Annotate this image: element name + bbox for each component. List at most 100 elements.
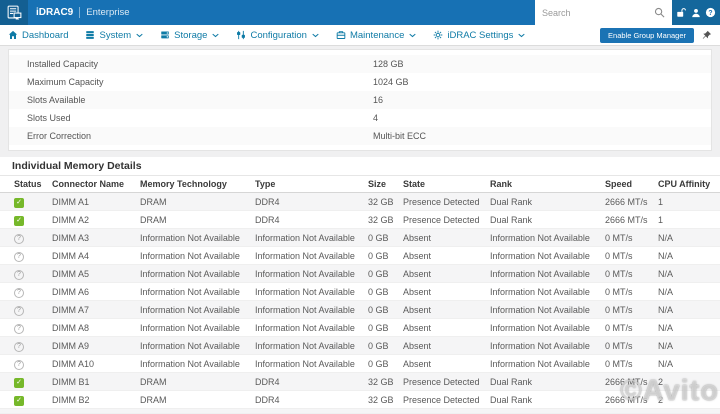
state-cell: Absent	[403, 358, 432, 369]
status-unknown-icon: ?	[14, 323, 24, 334]
technology-cell: Information Not Available	[140, 358, 240, 369]
speed-cell: 0 MT/s	[605, 268, 633, 279]
top-bar: iDRAC9 Enterprise ?	[0, 0, 720, 25]
status-unknown-icon: ?	[14, 233, 24, 244]
status-ok-icon: ✓	[14, 395, 24, 406]
rank-cell: Information Not Available	[490, 268, 590, 279]
table-row: ✓ DIMM A1 DRAM DDR4 32 GB Presence Detec…	[0, 193, 720, 211]
connector-cell: DIMM A4	[52, 250, 90, 261]
status-cell: ✓	[14, 394, 52, 406]
rank-cell: Information Not Available	[490, 340, 590, 351]
summary-row: Installed Capacity 128 GB	[9, 55, 711, 73]
brand-name: iDRAC9	[36, 7, 74, 18]
system-icon	[85, 30, 95, 40]
table-row: ✓ DIMM B2 DRAM DDR4 32 GB Presence Detec…	[0, 391, 720, 409]
technology-cell: Information Not Available	[140, 268, 240, 279]
affinity-cell: 1	[658, 214, 664, 225]
size-cell: 32 GB	[368, 214, 394, 225]
speed-cell: 2666 MT/s	[605, 214, 648, 225]
rank-cell: Dual Rank	[490, 376, 533, 387]
affinity-cell: 2	[658, 394, 664, 405]
summary-row: Error Correction Multi-bit ECC	[9, 127, 711, 145]
nav-item-maintenance[interactable]: Maintenance	[336, 30, 416, 41]
technology-cell: Information Not Available	[140, 304, 240, 315]
status-unknown-icon: ?	[14, 341, 24, 352]
affinity-cell: N/A	[658, 340, 674, 351]
table-row: ✓ DIMM B1 DRAM DDR4 32 GB Presence Detec…	[0, 373, 720, 391]
size-cell: 0 GB	[368, 286, 389, 297]
speed-cell: 2666 MT/s	[605, 196, 648, 207]
summary-value: 128 GB	[373, 59, 404, 69]
state-cell: Presence Detected	[403, 376, 480, 387]
type-cell: Information Not Available	[255, 232, 355, 243]
table-row: ? DIMM A6 Information Not Available Info…	[0, 283, 720, 301]
status-unknown-icon: ?	[14, 269, 24, 280]
connector-cell: DIMM A6	[52, 286, 90, 297]
table-row: ? DIMM A10 Information Not Available Inf…	[0, 355, 720, 373]
state-cell: Absent	[403, 322, 432, 333]
state-cell: Absent	[403, 250, 432, 261]
topbar-icon-group: ?	[672, 0, 720, 25]
user-icon[interactable]	[691, 8, 701, 18]
rank-cell: Information Not Available	[490, 286, 590, 297]
storage-icon	[160, 30, 170, 40]
state-cell: Presence Detected	[403, 214, 480, 225]
state-cell: Presence Detected	[403, 394, 480, 405]
status-cell: ✓	[14, 214, 52, 226]
type-cell: Information Not Available	[255, 286, 355, 297]
chevron-down-icon	[136, 33, 143, 38]
unlock-icon[interactable]	[676, 7, 687, 18]
summary-row: Maximum Capacity 1024 GB	[9, 73, 711, 91]
chevron-down-icon	[212, 33, 220, 38]
help-icon[interactable]: ?	[705, 7, 716, 18]
summary-label: Slots Used	[27, 113, 71, 123]
technology-cell: Information Not Available	[140, 232, 240, 243]
affinity-cell: N/A	[658, 250, 674, 261]
column-header: Status	[14, 179, 42, 189]
enable-group-manager-button[interactable]: Enable Group Manager	[600, 27, 694, 43]
status-ok-icon: ✓	[14, 377, 24, 388]
table-row: ? DIMM A5 Information Not Available Info…	[0, 265, 720, 283]
connector-cell: DIMM A1	[52, 196, 90, 207]
nav-item-dashboard[interactable]: Dashboard	[8, 30, 68, 41]
nav-item-label: Maintenance	[349, 29, 405, 41]
nav-item-label: System	[99, 29, 132, 41]
speed-cell: 0 MT/s	[605, 340, 633, 351]
type-cell: Information Not Available	[255, 340, 355, 351]
status-cell: ?	[14, 268, 52, 280]
size-cell: 0 GB	[368, 232, 389, 243]
state-cell: Absent	[403, 268, 432, 279]
search-icon[interactable]	[654, 7, 665, 18]
column-header: Rank	[490, 179, 513, 189]
nav-item-storage[interactable]: Storage	[160, 30, 220, 41]
nav-item-idrac-settings[interactable]: iDRAC Settings	[433, 30, 525, 41]
connector-cell: DIMM B1	[52, 376, 90, 387]
affinity-cell: N/A	[658, 232, 674, 243]
table-row: ? DIMM A3 Information Not Available Info…	[0, 229, 720, 247]
maintenance-icon	[336, 30, 346, 40]
technology-cell: Information Not Available	[140, 340, 240, 351]
status-ok-icon: ✓	[14, 197, 24, 208]
table-header-row: Status Connector Name Memory Technology Typ…	[0, 175, 720, 193]
rank-cell: Information Not Available	[490, 250, 590, 261]
nav-item-label: Dashboard	[22, 29, 69, 41]
column-header: CPU Affinity	[658, 179, 711, 189]
status-unknown-icon: ?	[14, 251, 24, 262]
idrac-logo[interactable]	[0, 0, 28, 25]
search-box[interactable]	[535, 0, 672, 25]
status-cell: ✓	[14, 376, 52, 388]
nav-item-configuration[interactable]: Configuration	[236, 30, 319, 41]
table-row: ? DIMM A9 Information Not Available Info…	[0, 337, 720, 355]
rank-cell: Dual Rank	[490, 196, 533, 207]
pin-icon[interactable]	[701, 30, 712, 41]
type-cell: DDR4	[255, 196, 280, 207]
status-cell: ?	[14, 340, 52, 352]
nav-item-system[interactable]: System	[85, 30, 143, 41]
configuration-icon	[236, 30, 246, 40]
table-row: ✓ DIMM A2 DRAM DDR4 32 GB Presence Detec…	[0, 211, 720, 229]
summary-value: 4	[373, 113, 379, 123]
home-icon	[8, 30, 18, 40]
connector-cell: DIMM A8	[52, 322, 90, 333]
rank-cell: Information Not Available	[490, 322, 590, 333]
search-input[interactable]	[542, 7, 654, 18]
